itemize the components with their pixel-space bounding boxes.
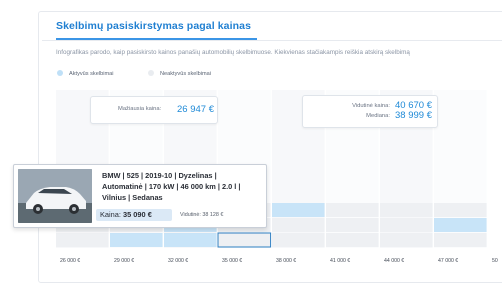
legend-active[interactable]: Aktyvūs skelbimai [57,70,113,77]
avg-median-callout: Vidutinė kaina: 40 670 € Mediana: 38 999… [302,95,438,128]
min-price-value: 26 947 € [177,104,214,115]
inactive-listing-cell[interactable] [326,218,379,232]
avg-price-label: Vidutinė kaina: [352,103,390,109]
header-divider [42,40,502,41]
page-title[interactable]: Skelbimų pasiskirstymas pagal kainas [56,20,251,32]
active-listing-cell[interactable] [164,233,217,247]
inactive-listing-cell[interactable] [434,233,487,247]
legend-inactive-label: Neaktyvūs skelbimai [160,71,211,77]
inactive-listing-cell[interactable] [272,233,325,247]
x-tick-label: 47 000 € [438,258,459,264]
active-listing-cell[interactable] [272,203,325,217]
price-label: Kaina: [100,210,121,219]
x-tick-label: 38 000 € [276,258,297,264]
active-dot-icon [57,70,63,76]
median-value: 38 999 € [395,110,432,121]
price-value: 35 090 € [123,210,152,219]
inactive-listing-cell[interactable] [380,233,433,247]
inactive-listing-cell[interactable] [380,203,433,217]
inactive-listing-cell[interactable] [326,203,379,217]
min-price-label: Mažiausia kaina: [118,106,162,112]
chart-description: Infografikas parodo, kaip pasiskirsto ka… [56,49,410,56]
inactive-listing-cell[interactable] [326,233,379,247]
x-tick-label: 35 000 € [222,258,243,264]
inactive-listing-cell[interactable] [272,218,325,232]
x-tick-label: 26 000 € [60,258,81,264]
tooltip-line-3: Vilnius | Sedanas [102,193,163,202]
inactive-listing-cell[interactable] [434,203,487,217]
listing-tooltip: BMW | 525 | 2019-10 | Dyzelinas | Automa… [13,164,267,228]
price-text: Kaina: 35 090 € [100,210,152,219]
car-photo-icon [18,169,92,223]
x-tick-label: 44 000 € [384,258,405,264]
inactive-listing-cell[interactable] [380,218,433,232]
inactive-dot-icon [148,70,154,76]
legend-active-label: Aktyvūs skelbimai [69,71,114,77]
selected-listing-cell[interactable] [217,232,272,248]
inactive-listing-cell[interactable] [56,233,109,247]
active-listing-cell[interactable] [110,233,163,247]
x-tick-label: 32 000 € [168,258,189,264]
x-tick-label: 29 000 € [114,258,135,264]
tooltip-line-1: BMW | 525 | 2019-10 | Dyzelinas | [102,171,217,180]
min-price-callout: Mažiausia kaina: 26 947 € [90,96,218,124]
tooltip-average: Vidutinė: 38 128 € [180,212,224,218]
median-label: Mediana: [366,113,390,119]
legend-inactive[interactable]: Neaktyvūs skelbimai [148,70,211,77]
tooltip-line-2: Automatinė | 170 kW | 46 000 km | 2.0 l … [102,182,241,191]
active-listing-cell[interactable] [434,218,487,232]
x-tick-label: 50 [492,258,498,264]
x-tick-label: 41 000 € [330,258,351,264]
